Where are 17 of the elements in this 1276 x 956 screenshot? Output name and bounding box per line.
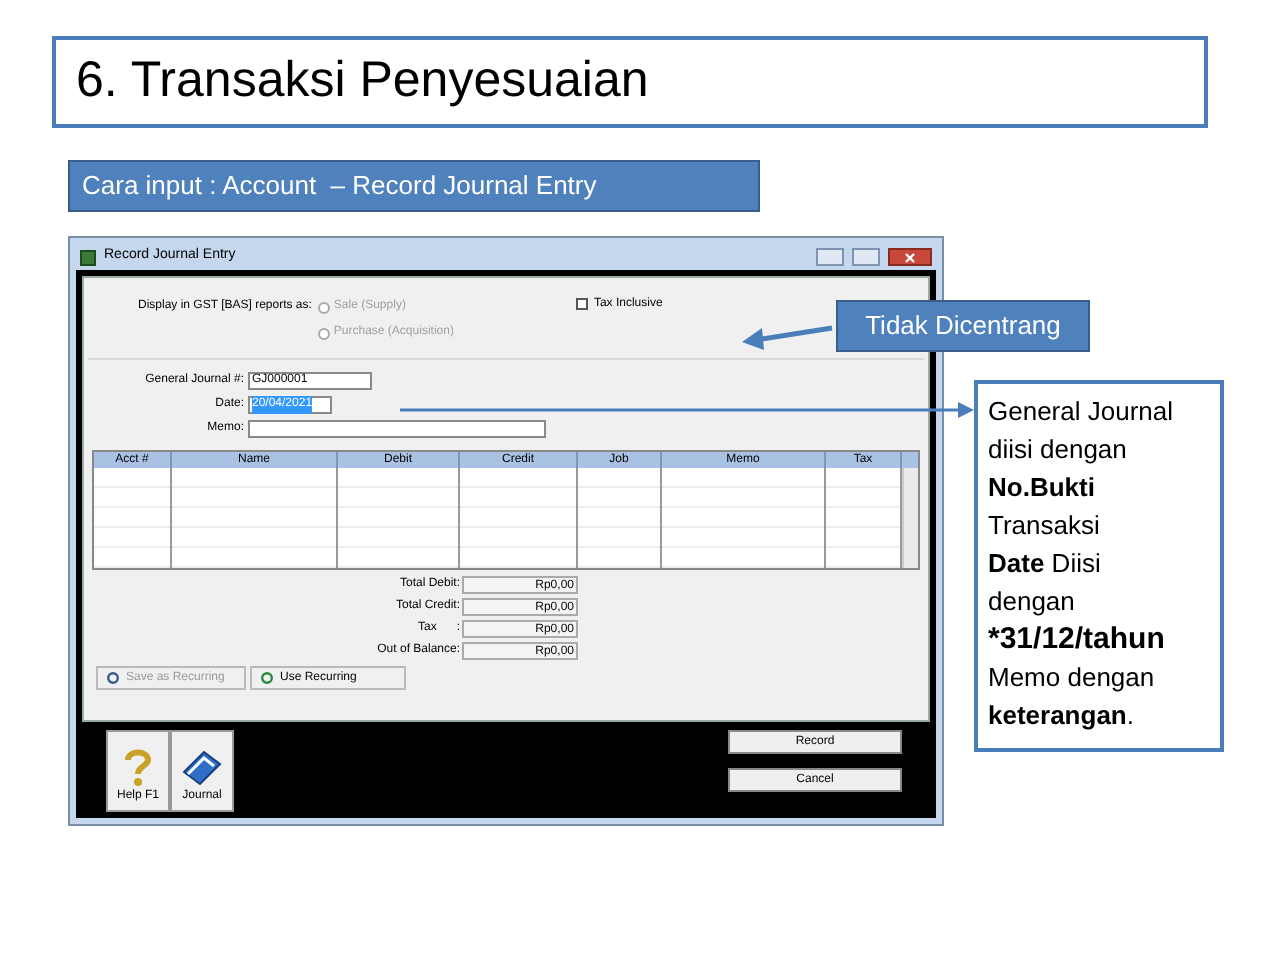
- input-field[interactable]: [248, 420, 546, 438]
- book-icon: [180, 748, 224, 788]
- recurring-icon: [106, 672, 120, 684]
- note-box: General Journal diisi dengan No.Bukti Transaksi Date Diisi dengan *31/12/tahun Memo dengan keterangan.: [974, 380, 1224, 752]
- close-icon: [904, 251, 916, 263]
- callout-box: Tidak Dicentrang: [836, 300, 1090, 352]
- minimize-button[interactable]: [816, 248, 844, 266]
- subtitle-banner: Cara input : Account – Record Journal Entry: [68, 160, 760, 212]
- arrow: [742, 325, 833, 350]
- scrollbar[interactable]: [902, 468, 918, 568]
- checkbox[interactable]: [575, 298, 588, 310]
- close-button[interactable]: [888, 248, 932, 266]
- slide-title: 6. Transaksi Penyesuaian: [52, 36, 1208, 128]
- maximize-button[interactable]: [852, 248, 880, 266]
- question-mark-icon: [124, 748, 152, 788]
- app-icon: [80, 249, 96, 265]
- recurring-icon: [260, 672, 274, 684]
